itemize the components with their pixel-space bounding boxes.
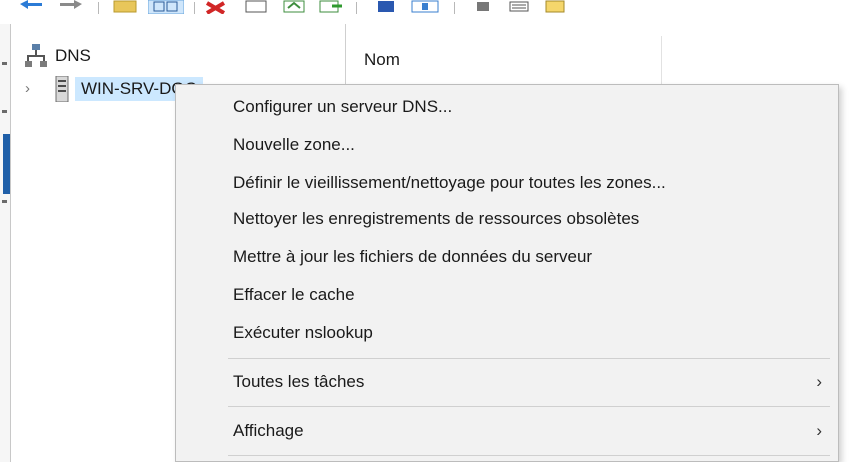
forward-arrow-icon[interactable] bbox=[56, 0, 84, 14]
menu-item-label: Affichage bbox=[233, 421, 304, 440]
selection-marker bbox=[3, 134, 10, 194]
menu-item-configure-dns-server[interactable]: Configurer un serveur DNS... bbox=[176, 89, 838, 125]
menu-separator bbox=[228, 406, 830, 407]
column-header-label: Nom bbox=[364, 50, 400, 69]
menu-item-label: Nouvelle zone... bbox=[233, 135, 355, 154]
menu-item-label: Exécuter nslookup bbox=[233, 323, 373, 342]
menu-item-view[interactable]: Affichage › bbox=[176, 413, 838, 449]
menu-item-label: Configurer un serveur DNS... bbox=[233, 97, 453, 116]
menu-item-label: Nettoyer les enregistrements de ressourc… bbox=[233, 209, 640, 228]
menu-item-set-aging-scavenging[interactable]: Définir le vieillissement/nettoyage pour… bbox=[176, 165, 838, 201]
menu-separator bbox=[228, 455, 830, 456]
submenu-arrow-icon: › bbox=[816, 421, 822, 440]
menu-item-all-tasks[interactable]: Toutes les tâches › bbox=[176, 364, 838, 400]
menu-item-label: Définir le vieillissement/nettoyage pour… bbox=[233, 173, 666, 192]
toolbar bbox=[0, 0, 862, 25]
list-view-icon[interactable] bbox=[474, 0, 494, 14]
submenu-arrow-icon: › bbox=[816, 372, 822, 391]
menu-item-label: Mettre à jour les fichiers de données du… bbox=[233, 247, 593, 266]
menu-item-label: Toutes les tâches bbox=[233, 372, 365, 391]
server-icon bbox=[55, 76, 69, 102]
folder-up-icon[interactable] bbox=[112, 0, 138, 14]
dns-root-label: DNS bbox=[55, 46, 91, 65]
detail-view-icon[interactable] bbox=[508, 0, 532, 14]
filter-icon[interactable] bbox=[544, 0, 568, 14]
back-arrow-icon[interactable] bbox=[18, 0, 46, 14]
expand-chevron-icon[interactable]: › bbox=[25, 81, 39, 96]
menu-item-clear-cache[interactable]: Effacer le cache bbox=[176, 277, 838, 313]
context-menu: Configurer un serveur DNS... Nouvelle zo… bbox=[175, 84, 839, 462]
menu-item-new-zone[interactable]: Nouvelle zone... bbox=[176, 127, 838, 163]
menu-item-label: Effacer le cache bbox=[233, 285, 355, 304]
menu-item-update-server-data-files[interactable]: Mettre à jour les fichiers de données du… bbox=[176, 239, 838, 275]
tree-root-dns[interactable]: DNS bbox=[25, 44, 91, 68]
dns-network-icon bbox=[25, 44, 47, 67]
menu-separator bbox=[228, 358, 830, 359]
menu-item-scavenge-stale-records[interactable]: Nettoyer les enregistrements de ressourc… bbox=[176, 201, 838, 237]
properties-icon[interactable] bbox=[244, 0, 268, 14]
delete-icon[interactable] bbox=[204, 0, 228, 14]
export-list-icon[interactable] bbox=[318, 0, 344, 14]
column-header-name[interactable]: Nom bbox=[354, 36, 662, 84]
show-hide-tree-icon[interactable] bbox=[148, 0, 184, 14]
menu-item-launch-nslookup[interactable]: Exécuter nslookup bbox=[176, 315, 838, 351]
help-icon[interactable] bbox=[374, 0, 398, 14]
left-edge-strip bbox=[0, 24, 11, 462]
action-pane-icon[interactable] bbox=[410, 0, 440, 14]
refresh-icon[interactable] bbox=[282, 0, 306, 14]
